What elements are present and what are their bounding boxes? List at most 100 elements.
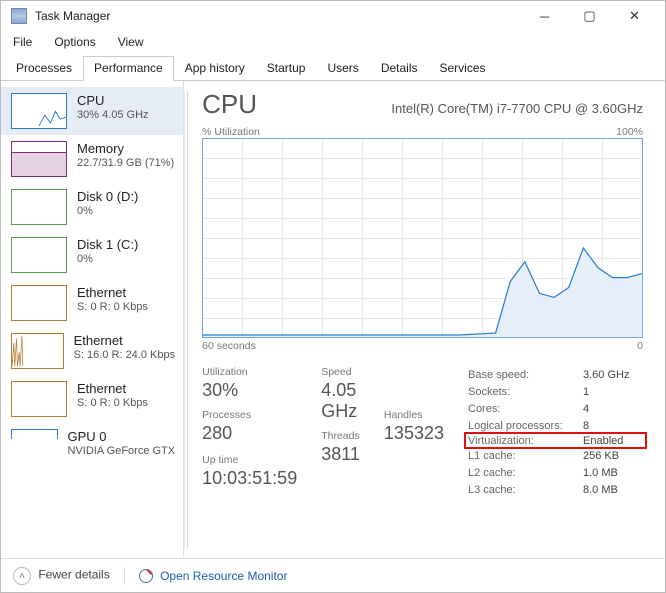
info-row-l1-cache: L1 cache:256 KB	[468, 447, 643, 464]
threads-value: 3811	[321, 444, 360, 465]
open-resource-monitor-link[interactable]: Open Resource Monitor	[139, 569, 288, 583]
footer-separator	[124, 567, 125, 585]
title-bar: Task Manager ─ ▢ ✕	[1, 1, 665, 31]
sidebar-item-name: GPU 0	[68, 429, 176, 445]
sidebar-item-name: Disk 0 (D:)	[77, 189, 138, 205]
info-value: Enabled	[583, 435, 643, 447]
speed-value: 4.05 GHz	[321, 380, 360, 422]
cpu-utilization-chart	[202, 138, 643, 338]
menu-file[interactable]: File	[9, 33, 36, 51]
processes-value: 280	[202, 423, 297, 444]
info-value: 1	[583, 386, 643, 398]
info-value: 8.0 MB	[583, 484, 643, 496]
info-value: 8	[583, 420, 643, 432]
sidebar-item-sub: 22.7/31.9 GB (71%)	[77, 157, 174, 170]
sidebar-thumb-icon	[11, 429, 58, 439]
close-button[interactable]: ✕	[612, 2, 657, 30]
info-key: L1 cache:	[468, 450, 583, 462]
processes-label: Processes	[202, 409, 297, 421]
footer: ˄ Fewer details Open Resource Monitor	[1, 559, 665, 593]
menu-bar: File Options View	[1, 31, 665, 55]
sidebar-item-sub: 30% 4.05 GHz	[77, 109, 149, 122]
tab-bar: Processes Performance App history Startu…	[1, 55, 665, 81]
tab-performance[interactable]: Performance	[83, 56, 174, 81]
fewer-details-button[interactable]: ˄ Fewer details	[13, 567, 110, 585]
window-title: Task Manager	[35, 9, 522, 23]
tab-startup[interactable]: Startup	[256, 56, 317, 81]
handles-value: 135323	[384, 423, 444, 444]
sidebar-item-ethernet[interactable]: EthernetS: 0 R: 0 Kbps	[1, 279, 183, 327]
info-key: Base speed:	[468, 369, 583, 381]
tab-app-history[interactable]: App history	[174, 56, 256, 81]
cpu-model: Intel(R) Core(TM) i7-7700 CPU @ 3.60GHz	[391, 101, 643, 116]
splitter[interactable]	[187, 91, 188, 548]
tab-users[interactable]: Users	[316, 56, 369, 81]
sidebar-item-sub: NVIDIA GeForce GTX	[68, 445, 176, 458]
panel-title: CPU	[202, 89, 391, 120]
utilization-label: Utilization	[202, 366, 297, 378]
sidebar-thumb-icon	[11, 285, 67, 321]
info-key: L2 cache:	[468, 467, 583, 479]
sidebar-item-sub: S: 0 R: 0 Kbps	[77, 397, 148, 410]
uptime-label: Up time	[202, 454, 297, 466]
tab-processes[interactable]: Processes	[5, 56, 83, 81]
tab-details[interactable]: Details	[370, 56, 429, 81]
sidebar-item-memory[interactable]: Memory22.7/31.9 GB (71%)	[1, 135, 183, 183]
info-key: Cores:	[468, 403, 583, 415]
menu-view[interactable]: View	[114, 33, 148, 51]
cpu-info-table: Base speed:3.60 GHzSockets:1Cores:4Logic…	[468, 366, 643, 498]
resource-monitor-icon	[139, 569, 153, 583]
sidebar-thumb-icon	[11, 237, 67, 273]
chart-label-top-left: % Utilization	[202, 126, 260, 138]
info-value: 3.60 GHz	[583, 369, 643, 381]
info-row-l2-cache: L2 cache:1.0 MB	[468, 464, 643, 481]
uptime-value: 10:03:51:59	[202, 468, 297, 489]
chart-label-bot-right: 0	[637, 340, 643, 352]
minimize-button[interactable]: ─	[522, 2, 567, 30]
app-icon	[11, 8, 27, 24]
menu-options[interactable]: Options	[50, 33, 99, 51]
sidebar-thumb-icon	[11, 333, 64, 369]
info-key: Logical processors:	[468, 420, 583, 432]
sidebar-thumb-icon	[11, 189, 67, 225]
handles-label: Handles	[384, 409, 444, 421]
sidebar-thumb-icon	[11, 381, 67, 417]
utilization-value: 30%	[202, 380, 297, 401]
sidebar-item-name: Ethernet	[77, 381, 148, 397]
chevron-up-icon: ˄	[13, 567, 31, 585]
info-row-virtualization: Virtualization:Enabled	[464, 432, 647, 449]
info-value: 4	[583, 403, 643, 415]
maximize-button[interactable]: ▢	[567, 2, 612, 30]
sidebar-item-name: Disk 1 (C:)	[77, 237, 138, 253]
sidebar-item-ethernet[interactable]: EthernetS: 0 R: 0 Kbps	[1, 375, 183, 423]
sidebar-item-name: CPU	[77, 93, 149, 109]
info-key: Virtualization:	[468, 435, 583, 447]
sidebar-item-name: Ethernet	[74, 333, 176, 349]
tab-services[interactable]: Services	[429, 56, 497, 81]
info-value: 1.0 MB	[583, 467, 643, 479]
sidebar-item-sub: 0%	[77, 253, 138, 266]
chart-label-top-right: 100%	[616, 126, 643, 138]
sidebar-thumb-icon	[11, 141, 67, 177]
sidebar-item-disk-0-d-[interactable]: Disk 0 (D:)0%	[1, 183, 183, 231]
chart-label-bot-left: 60 seconds	[202, 340, 256, 352]
sidebar-item-disk-1-c-[interactable]: Disk 1 (C:)0%	[1, 231, 183, 279]
info-row-cores: Cores:4	[468, 400, 643, 417]
sidebar-item-ethernet[interactable]: EthernetS: 16.0 R: 24.0 Kbps	[1, 327, 183, 375]
performance-sidebar: CPU30% 4.05 GHzMemory22.7/31.9 GB (71%)D…	[1, 81, 184, 558]
threads-label: Threads	[321, 430, 360, 442]
sidebar-item-sub: S: 16.0 R: 24.0 Kbps	[74, 349, 176, 362]
sidebar-item-cpu[interactable]: CPU30% 4.05 GHz	[1, 87, 183, 135]
cpu-panel: CPU Intel(R) Core(TM) i7-7700 CPU @ 3.60…	[184, 81, 665, 558]
sidebar-item-gpu-0[interactable]: GPU 0NVIDIA GeForce GTX	[1, 423, 183, 464]
info-row-logical-processors: Logical processors:8	[468, 417, 643, 434]
info-key: Sockets:	[468, 386, 583, 398]
sidebar-thumb-icon	[11, 93, 67, 129]
info-row-sockets: Sockets:1	[468, 383, 643, 400]
info-row-base-speed: Base speed:3.60 GHz	[468, 366, 643, 383]
sidebar-item-name: Ethernet	[77, 285, 148, 301]
sidebar-item-sub: S: 0 R: 0 Kbps	[77, 301, 148, 314]
info-key: L3 cache:	[468, 484, 583, 496]
sidebar-item-sub: 0%	[77, 205, 138, 218]
speed-label: Speed	[321, 366, 360, 378]
